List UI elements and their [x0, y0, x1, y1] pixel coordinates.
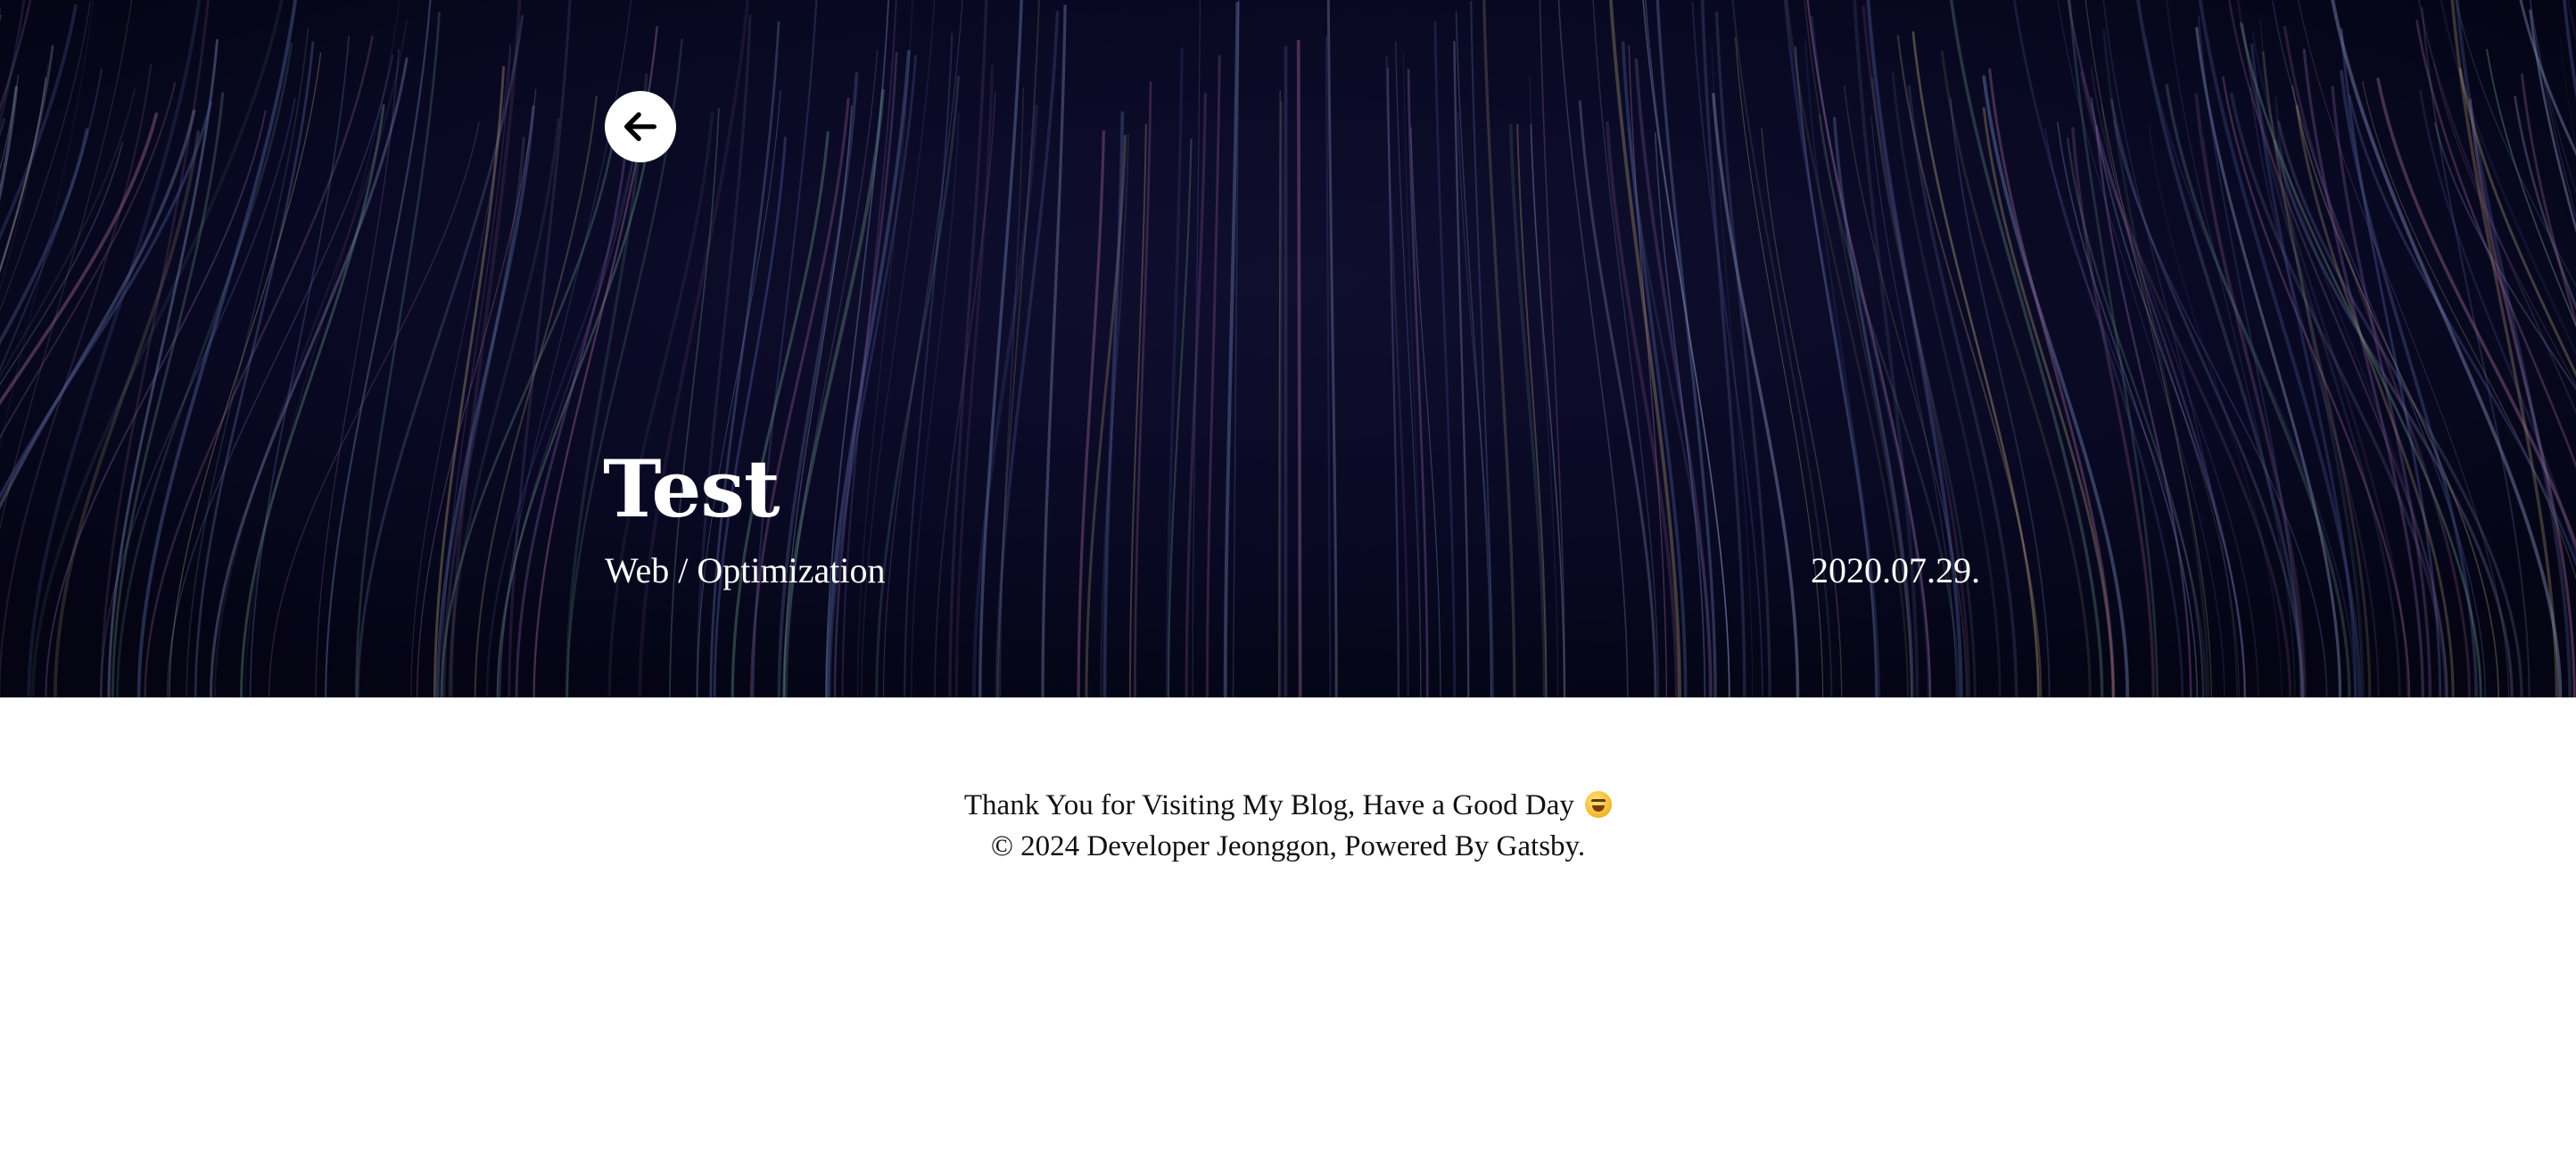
post-category: Web / Optimization [605, 550, 886, 590]
footer-message: Thank You for Visiting My Blog, Have a G… [0, 785, 2576, 826]
post-title: Test [603, 442, 780, 535]
footer-copyright: © 2024 Developer Jeonggon, Powered By Ga… [990, 830, 1586, 862]
post-header-hero: Test Web / Optimization 2020.07.29. [0, 0, 2576, 697]
grinning-squinting-face-icon [1585, 791, 1613, 818]
footer-message-text: Thank You for Visiting My Blog, Have a G… [963, 789, 1574, 821]
light-streaks-background [0, 0, 2576, 697]
post-date: 2020.07.29. [1811, 550, 1980, 590]
arrow-left-icon [623, 111, 657, 142]
back-button[interactable] [605, 91, 676, 162]
footer: Thank You for Visiting My Blog, Have a G… [0, 785, 2576, 867]
